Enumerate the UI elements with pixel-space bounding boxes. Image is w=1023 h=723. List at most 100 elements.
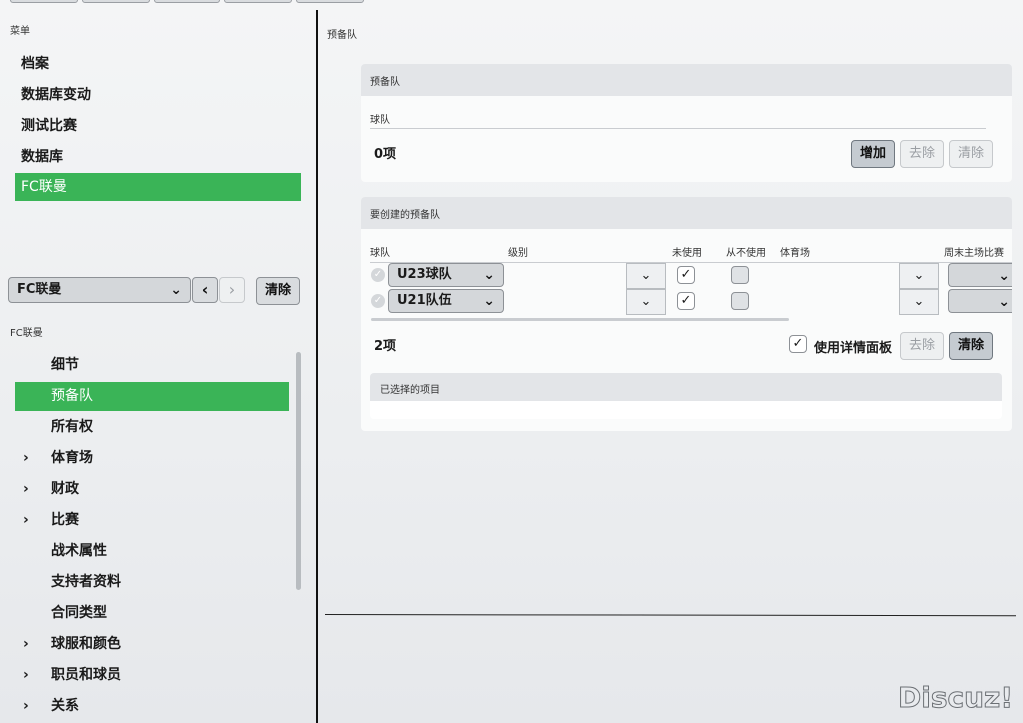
chevron-right-icon: › — [23, 636, 29, 652]
menu-item-label: 测试比赛 — [21, 118, 77, 134]
col-weekend-home: 周末主场比赛 — [944, 248, 1004, 259]
chevron-right-icon: › — [23, 512, 29, 528]
reserve-panel: 预备队 球队 0项 增加 去除 清除 — [361, 64, 1012, 182]
nav-item-label: 所有权 — [51, 419, 93, 435]
nav-item-label: 球服和颜色 — [51, 636, 121, 652]
team-select-value: U21队伍 — [397, 293, 452, 308]
create-count: 2项 — [374, 339, 397, 354]
create-reserve-panel: 要创建的预备队 球队 级别 未使用 从不使用 体育场 周末主场比赛 ✓ U23球… — [361, 197, 1012, 431]
chevron-left-icon: ‹ — [201, 280, 209, 299]
chevron-down-icon: ⌄ — [998, 294, 1010, 310]
left-clear-button[interactable]: 清除 — [256, 277, 300, 305]
page-title: 预备队 — [327, 30, 357, 41]
chevron-down-icon: ⌄ — [483, 293, 495, 309]
nav-item-staff-players[interactable]: › 职员和球员 — [15, 661, 289, 690]
chevron-right-icon: › — [23, 698, 29, 714]
check-circle-icon: ✓ — [371, 294, 385, 308]
team-select-value: U23球队 — [397, 267, 452, 282]
create-clear-button[interactable]: 清除 — [949, 332, 993, 360]
clear-button[interactable]: 清除 — [949, 140, 993, 168]
add-button[interactable]: 增加 — [851, 140, 895, 168]
table-row[interactable]: ✓ U23球队 ⌄ ⌄ ✓ ⌄ ⌄ — [361, 263, 1012, 289]
col-never-used: 从不使用 — [726, 248, 766, 259]
nav-item-ownership[interactable]: 所有权 — [15, 413, 289, 442]
selected-items-panel: 已选择的项目 — [370, 373, 1002, 419]
nav-item-finance[interactable]: › 财政 — [15, 475, 289, 504]
nav-scrollbar[interactable] — [296, 352, 301, 590]
nav-item-reserves[interactable]: 预备队 — [15, 382, 289, 411]
team-select[interactable]: U23球队 ⌄ — [388, 263, 504, 287]
club-select-value: FC联曼 — [17, 282, 62, 297]
col-team: 球队 — [370, 248, 390, 259]
menu-item-label: FC联曼 — [21, 179, 67, 195]
stadium-dropdown[interactable]: ⌄ — [899, 289, 939, 315]
chevron-down-icon: ⌄ — [640, 268, 652, 283]
chevron-down-icon: ⌄ — [170, 282, 182, 298]
nav-item-details[interactable]: 细节 — [15, 351, 289, 380]
level-dropdown[interactable]: ⌄ — [626, 263, 666, 289]
nav-section-label: FC联曼 — [10, 328, 43, 339]
menu-item-club[interactable]: FC联曼 — [15, 173, 301, 201]
never-used-checkbox[interactable] — [731, 266, 749, 284]
chevron-right-icon: › — [228, 280, 236, 299]
level-dropdown[interactable]: ⌄ — [626, 289, 666, 315]
col-level: 级别 — [508, 248, 528, 259]
nav-item-matches[interactable]: › 比赛 — [15, 506, 289, 535]
menu-item-db-changes[interactable]: 数据库变动 — [15, 81, 301, 109]
chevron-down-icon: ⌄ — [913, 268, 925, 283]
nav-item-label: 合同类型 — [51, 605, 107, 621]
chevron-right-icon: › — [23, 667, 29, 683]
menu-item-label: 档案 — [21, 56, 49, 72]
nav-item-label: 支持者资料 — [51, 574, 121, 590]
never-used-checkbox[interactable] — [731, 292, 749, 310]
next-button[interactable]: › — [219, 277, 245, 303]
chevron-down-icon: ⌄ — [640, 294, 652, 309]
splitter-line[interactable] — [324, 614, 1016, 617]
create-panel-title: 要创建的预备队 — [370, 210, 440, 221]
team-select[interactable]: U21队伍 ⌄ — [388, 289, 504, 313]
nav-item-label: 关系 — [51, 698, 79, 714]
nav-item-label: 职员和球员 — [51, 667, 121, 683]
chevron-down-icon: ⌄ — [913, 294, 925, 309]
column-headers: 球队 级别 未使用 从不使用 体育场 周末主场比赛 — [361, 244, 1012, 259]
menu-item-test-match[interactable]: 测试比赛 — [15, 112, 301, 140]
reserve-panel-title: 预备队 — [370, 77, 400, 88]
menu-item-label: 数据库 — [21, 149, 63, 165]
stadium-dropdown[interactable]: ⌄ — [899, 263, 939, 289]
nav-item-contracts[interactable]: 合同类型 — [15, 599, 289, 628]
nav-item-label: 体育场 — [51, 450, 93, 466]
nav-item-supporters[interactable]: 支持者资料 — [15, 568, 289, 597]
left-pane: 菜单 档案 数据库变动 测试比赛 数据库 FC联曼 FC联曼 ⌄ ‹ › 清除 … — [0, 0, 316, 723]
nav-item-relations[interactable]: › 关系 — [15, 692, 289, 721]
pane-divider[interactable] — [316, 10, 318, 723]
col-unused: 未使用 — [672, 248, 702, 259]
nav-item-kits[interactable]: › 球服和颜色 — [15, 630, 289, 659]
unused-checkbox[interactable]: ✓ — [677, 266, 695, 284]
check-circle-icon: ✓ — [371, 268, 385, 282]
menu-item-label: 数据库变动 — [21, 87, 91, 103]
header-divider — [370, 128, 986, 129]
weekend-select[interactable]: ⌄ — [948, 289, 1012, 313]
horizontal-scrollbar[interactable] — [371, 318, 789, 321]
team-column-header: 球队 — [370, 115, 390, 126]
weekend-select[interactable]: ⌄ — [948, 263, 1012, 287]
chevron-right-icon: › — [23, 481, 29, 497]
club-select[interactable]: FC联曼 ⌄ — [8, 277, 191, 303]
nav-item-label: 比赛 — [51, 512, 79, 528]
nav-item-stadium[interactable]: › 体育场 — [15, 444, 289, 473]
table-row[interactable]: ✓ U21队伍 ⌄ ⌄ ✓ ⌄ ⌄ — [361, 289, 1012, 315]
menu-item-database[interactable]: 数据库 — [15, 143, 301, 171]
detail-panel-label: 使用详情面板 — [814, 341, 893, 356]
reserve-count: 0项 — [374, 147, 397, 162]
create-remove-button[interactable]: 去除 — [900, 332, 944, 360]
detail-panel-checkbox[interactable]: ✓ — [789, 335, 807, 353]
unused-checkbox[interactable]: ✓ — [677, 292, 695, 310]
prev-button[interactable]: ‹ — [192, 277, 218, 303]
nav-item-tactics[interactable]: 战术属性 — [15, 537, 289, 566]
selected-items-header: 已选择的项目 — [370, 373, 1002, 401]
chevron-right-icon: › — [23, 450, 29, 466]
menu-label: 菜单 — [10, 26, 30, 37]
chevron-down-icon: ⌄ — [998, 268, 1010, 284]
menu-item-archive[interactable]: 档案 — [15, 50, 301, 78]
remove-button[interactable]: 去除 — [900, 140, 944, 168]
